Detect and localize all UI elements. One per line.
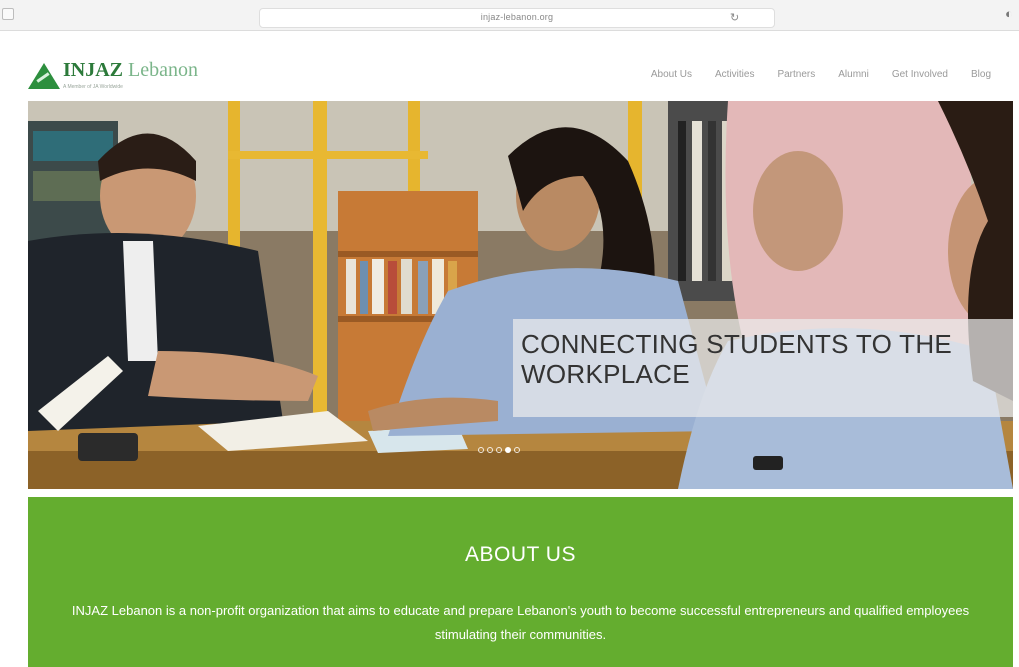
carousel-dot-4[interactable] — [505, 447, 511, 453]
about-title: ABOUT US — [465, 543, 576, 566]
hero-slider[interactable]: CONNECTING STUDENTS TO THE WORKPLACE — [28, 101, 1013, 489]
sidebar-toggle-icon[interactable] — [2, 8, 14, 20]
nav-item-activities[interactable]: Activities — [715, 69, 754, 80]
logo-name-bold: INJAZ — [63, 59, 124, 81]
browser-toolbar: injaz-lebanon.org ↻ ◐ — [0, 0, 1019, 31]
carousel-dot-5[interactable] — [514, 447, 520, 453]
hero-caption: CONNECTING STUDENTS TO THE WORKPLACE — [521, 329, 953, 389]
nav-item-get-involved[interactable]: Get Involved — [892, 69, 948, 80]
hero-photo — [28, 101, 1013, 489]
logo-tagline: A Member of JA Worldwide — [63, 84, 123, 90]
reload-icon[interactable]: ↻ — [730, 11, 739, 25]
hero-caption-box: CONNECTING STUDENTS TO THE WORKPLACE — [513, 319, 1013, 417]
site-header: INJAZ Lebanon A Member of JA Worldwide A… — [0, 31, 1019, 101]
about-section: ABOUT US INJAZ Lebanon is a non-profit o… — [28, 497, 1013, 667]
carousel-dot-3[interactable] — [496, 447, 502, 453]
logo-wordmark: INJAZ Lebanon — [63, 59, 198, 82]
nav-item-about-us[interactable]: About Us — [651, 69, 692, 80]
page: injaz-lebanon.org ↻ ◐ INJAZ Lebanon A Me… — [0, 0, 1019, 667]
logo-name-light: Lebanon — [128, 59, 198, 81]
nav-item-blog[interactable]: Blog — [971, 69, 991, 80]
logo[interactable]: INJAZ Lebanon A Member of JA Worldwide — [28, 59, 228, 95]
main-nav: About Us Activities Partners Alumni Get … — [628, 69, 991, 80]
carousel-dots — [478, 447, 520, 453]
extension-icon[interactable]: ◐ — [1005, 6, 1013, 22]
url-text: injaz-lebanon.org — [480, 12, 554, 22]
nav-item-partners[interactable]: Partners — [777, 69, 815, 80]
about-text: INJAZ Lebanon is a non-profit organizati… — [71, 603, 970, 642]
carousel-dot-1[interactable] — [478, 447, 484, 453]
address-bar[interactable]: injaz-lebanon.org ↻ — [259, 8, 775, 28]
nav-item-alumni[interactable]: Alumni — [838, 69, 869, 80]
carousel-dot-2[interactable] — [487, 447, 493, 453]
